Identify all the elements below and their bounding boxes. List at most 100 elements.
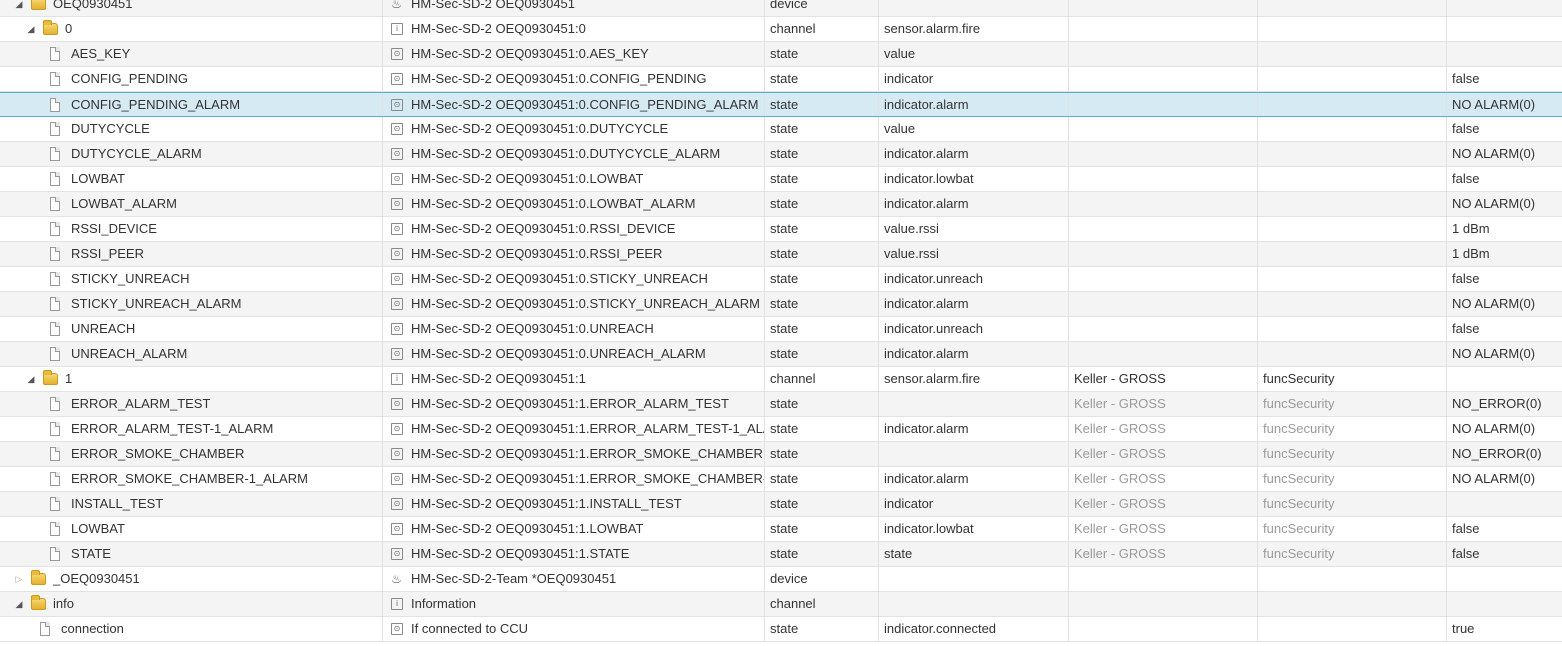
room-cell: [1069, 292, 1258, 316]
value-cell[interactable]: false: [1447, 542, 1562, 566]
tree-state-row[interactable]: RSSI_DEVICE ⊙ HM-Sec-SD-2 OEQ0930451:0.RSS…: [0, 217, 1562, 242]
collapse-toggle-icon[interactable]: ◢: [26, 367, 36, 391]
label-cell: ⊙ HM-Sec-SD-2 OEQ0930451:0.CONFIG_PENDING…: [383, 93, 765, 116]
value-cell[interactable]: NO ALARM(0): [1447, 342, 1562, 366]
tree-state-row[interactable]: RSSI_PEER ⊙ HM-Sec-SD-2 OEQ0930451:0.RSSI_…: [0, 242, 1562, 267]
value-cell[interactable]: [1447, 567, 1562, 591]
type-cell-text: state: [770, 421, 799, 436]
smoke-detector-team-icon: ♨: [391, 572, 402, 586]
tree-state-row[interactable]: ERROR_SMOKE_CHAMBER ⊙ HM-Sec-SD-2 OEQ09304…: [0, 442, 1562, 467]
tree-state-row[interactable]: INSTALL_TEST ⊙ HM-Sec-SD-2 OEQ0930451:1.IN…: [0, 492, 1562, 517]
object-label: HM-Sec-SD-2 OEQ0930451: [411, 0, 576, 11]
value-cell[interactable]: NO_ERROR(0): [1447, 442, 1562, 466]
type-cell: state: [765, 267, 879, 291]
tree-state-row[interactable]: DUTYCYCLE ⊙ HM-Sec-SD-2 OEQ0930451:0.DUTYC…: [0, 117, 1562, 142]
state-icon: ⊙: [391, 523, 403, 535]
tree-folder-row[interactable]: ◢ OEQ0930451 ♨ HM-Sec-SD-2 OEQ0930451 device: [0, 0, 1562, 17]
label-cell: ♨ HM-Sec-SD-2-Team *OEQ0930451: [383, 567, 765, 591]
value-cell[interactable]: false: [1447, 117, 1562, 141]
function-cell: [1258, 167, 1447, 191]
value-cell[interactable]: true: [1447, 617, 1562, 641]
tree-state-row[interactable]: STICKY_UNREACH ⊙ HM-Sec-SD-2 OEQ0930451:0.…: [0, 267, 1562, 292]
tree-state-row[interactable]: connection ⊙ If connected to CCU state indic…: [0, 617, 1562, 642]
type-cell-text: state: [770, 521, 799, 536]
tree-folder-row[interactable]: ◢ 1 i HM-Sec-SD-2 OEQ0930451:1 channel sensor…: [0, 367, 1562, 392]
tree-state-row[interactable]: LOWBAT_ALARM ⊙ HM-Sec-SD-2 OEQ0930451:0.LO…: [0, 192, 1562, 217]
role-cell: state: [879, 542, 1069, 566]
tree-state-row[interactable]: LOWBAT ⊙ HM-Sec-SD-2 OEQ0930451:1.LOWBAT st…: [0, 517, 1562, 542]
value-cell[interactable]: false: [1447, 317, 1562, 341]
role-cell: indicator.unreach: [879, 317, 1069, 341]
tree-folder-row[interactable]: ◢ 0 i HM-Sec-SD-2 OEQ0930451:0 channel sensor…: [0, 17, 1562, 42]
file-icon: [50, 47, 60, 61]
value-cell[interactable]: 1 dBm: [1447, 242, 1562, 266]
object-name: UNREACH_ALARM: [71, 346, 188, 361]
value-cell[interactable]: false: [1447, 167, 1562, 191]
tree-state-row[interactable]: UNREACH ⊙ HM-Sec-SD-2 OEQ0930451:0.UNREACH…: [0, 317, 1562, 342]
name-cell: ◢ 0: [0, 17, 383, 41]
value-cell[interactable]: [1447, 492, 1562, 516]
room-cell: [1069, 117, 1258, 141]
tree-state-row[interactable]: CONFIG_PENDING_ALARM ⊙ HM-Sec-SD-2 OEQ0930…: [0, 92, 1562, 117]
type-cell: state: [765, 142, 879, 166]
type-cell: state: [765, 467, 879, 491]
tree-state-row[interactable]: UNREACH_ALARM ⊙ HM-Sec-SD-2 OEQ0930451:0.U…: [0, 342, 1562, 367]
tree-state-row[interactable]: STATE ⊙ HM-Sec-SD-2 OEQ0930451:1.STATE stat…: [0, 542, 1562, 567]
value-cell[interactable]: false: [1447, 517, 1562, 541]
value-cell[interactable]: false: [1447, 67, 1562, 91]
function-cell-text: funcSecurity: [1263, 546, 1335, 561]
name-cell: ◢ 1: [0, 367, 383, 391]
tree-state-row[interactable]: ERROR_ALARM_TEST-1_ALARM ⊙ HM-Sec-SD-2 OEQ…: [0, 417, 1562, 442]
tree-state-row[interactable]: STICKY_UNREACH_ALARM ⊙ HM-Sec-SD-2 OEQ0930…: [0, 292, 1562, 317]
tree-state-row[interactable]: LOWBAT ⊙ HM-Sec-SD-2 OEQ0930451:0.LOWBAT st…: [0, 167, 1562, 192]
function-cell-text: funcSecurity: [1263, 521, 1335, 536]
object-label: HM-Sec-SD-2 OEQ0930451:1: [411, 371, 586, 386]
expand-toggle-icon[interactable]: ▷: [14, 567, 24, 591]
value-cell[interactable]: NO ALARM(0): [1447, 292, 1562, 316]
role-cell-text: indicator: [884, 71, 934, 86]
role-cell: value.rssi: [879, 217, 1069, 241]
tree-state-row[interactable]: CONFIG_PENDING ⊙ HM-Sec-SD-2 OEQ0930451:0.…: [0, 67, 1562, 92]
tree-folder-row[interactable]: ▷ _OEQ0930451 ♨ HM-Sec-SD-2-Team *OEQ093045…: [0, 567, 1562, 592]
value-cell[interactable]: NO ALARM(0): [1447, 417, 1562, 441]
role-cell: indicator.alarm: [879, 467, 1069, 491]
value-cell[interactable]: NO_ERROR(0): [1447, 392, 1562, 416]
room-cell: [1069, 317, 1258, 341]
type-cell-text: state: [770, 446, 799, 461]
collapse-toggle-icon[interactable]: ◢: [14, 592, 24, 616]
name-cell: ERROR_SMOKE_CHAMBER-1_ALARM: [0, 467, 383, 491]
name-cell: UNREACH_ALARM: [0, 342, 383, 366]
value-cell[interactable]: false: [1447, 267, 1562, 291]
tree-state-row[interactable]: ERROR_SMOKE_CHAMBER-1_ALARM ⊙ HM-Sec-SD-2 …: [0, 467, 1562, 492]
role-cell-text: indicator: [884, 496, 934, 511]
function-cell-text: funcSecurity: [1263, 396, 1335, 411]
collapse-toggle-icon[interactable]: ◢: [26, 17, 36, 41]
value-cell[interactable]: NO ALARM(0): [1447, 467, 1562, 491]
value-cell[interactable]: [1447, 0, 1562, 16]
value-cell[interactable]: NO ALARM(0): [1447, 93, 1562, 116]
type-cell: state: [765, 517, 879, 541]
value-cell[interactable]: [1447, 17, 1562, 41]
room-cell-text: Keller - GROSS: [1074, 521, 1166, 536]
value-cell[interactable]: NO ALARM(0): [1447, 192, 1562, 216]
tree-state-row[interactable]: AES_KEY ⊙ HM-Sec-SD-2 OEQ0930451:0.AES_KEY…: [0, 42, 1562, 67]
object-label: HM-Sec-SD-2 OEQ0930451:0.CONFIG_PENDING: [411, 71, 707, 86]
tree-state-row[interactable]: DUTYCYCLE_ALARM ⊙ HM-Sec-SD-2 OEQ0930451:0…: [0, 142, 1562, 167]
object-name: UNREACH: [71, 321, 136, 336]
value-cell[interactable]: NO ALARM(0): [1447, 142, 1562, 166]
file-icon: [50, 422, 60, 436]
state-icon: ⊙: [391, 48, 403, 60]
room-cell: [1069, 93, 1258, 116]
value-cell[interactable]: 1 dBm: [1447, 217, 1562, 241]
file-icon: [50, 497, 60, 511]
value-cell[interactable]: [1447, 367, 1562, 391]
tree-state-row[interactable]: ERROR_ALARM_TEST ⊙ HM-Sec-SD-2 OEQ0930451:…: [0, 392, 1562, 417]
object-label: HM-Sec-SD-2 OEQ0930451:0.AES_KEY: [411, 46, 649, 61]
function-cell: [1258, 592, 1447, 616]
value-cell[interactable]: [1447, 592, 1562, 616]
value-cell[interactable]: [1447, 42, 1562, 66]
tree-folder-row[interactable]: ◢ info i Information channel: [0, 592, 1562, 617]
collapse-toggle-icon[interactable]: ◢: [14, 0, 24, 16]
object-label: HM-Sec-SD-2 OEQ0930451:0.STICKY_UNREACH: [411, 271, 708, 286]
channel-icon: i: [391, 23, 403, 35]
